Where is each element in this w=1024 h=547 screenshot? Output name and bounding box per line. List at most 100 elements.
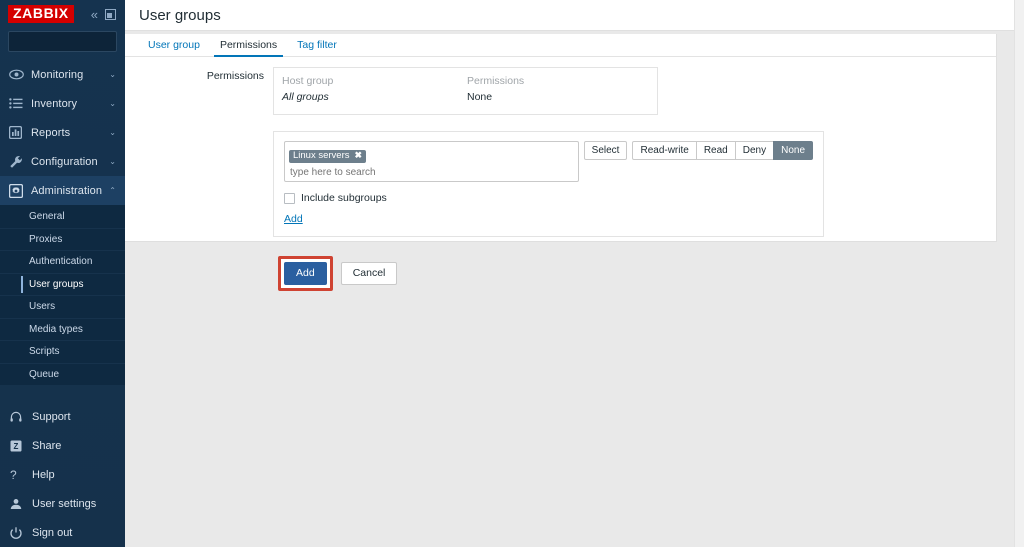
permission-editor: Linux servers ✖ Select Read-write bbox=[273, 131, 824, 237]
page-header: User groups bbox=[125, 0, 1024, 31]
list-icon bbox=[9, 98, 26, 109]
sidebar-item-configuration[interactable]: Configuration ⌄ bbox=[0, 147, 125, 176]
sidebar-subitem-media-types[interactable]: Media types bbox=[0, 317, 125, 341]
sidebar-subitem-label: Queue bbox=[29, 368, 60, 380]
add-button[interactable]: Add bbox=[284, 262, 327, 285]
sidebar-header-icons: « bbox=[91, 8, 119, 21]
permission-read-write-button[interactable]: Read-write bbox=[632, 141, 697, 160]
tab-tag-filter[interactable]: Tag filter bbox=[287, 39, 347, 56]
chip-label: Linux servers bbox=[293, 150, 350, 161]
sidebar-footer-label: Support bbox=[32, 410, 71, 423]
form-actions: Add Cancel bbox=[278, 256, 996, 291]
sidebar-item-monitoring[interactable]: Monitoring ⌄ bbox=[0, 60, 125, 89]
permissions-table: Host group Permissions All groups None bbox=[273, 67, 658, 115]
sidebar-subitem-authentication[interactable]: Authentication bbox=[0, 250, 125, 273]
permissions-form: Permissions Host group Permissions All g… bbox=[125, 57, 996, 291]
form-card: User group Permissions Tag filter Permis… bbox=[125, 34, 997, 291]
sidebar-item-label: Inventory bbox=[31, 97, 78, 110]
sidebar-item-sign-out[interactable]: Sign out bbox=[0, 518, 125, 547]
sidebar-search[interactable] bbox=[8, 31, 125, 52]
permission-level-segmented-control: Read-write Read Deny None bbox=[632, 141, 813, 160]
sidebar-subitem-proxies[interactable]: Proxies bbox=[0, 227, 125, 251]
search-input[interactable] bbox=[14, 35, 125, 48]
sidebar-item-inventory[interactable]: Inventory ⌄ bbox=[0, 89, 125, 118]
cancel-button[interactable]: Cancel bbox=[340, 262, 398, 285]
user-icon bbox=[10, 498, 27, 510]
permission-buttons: Select Read-write Read Deny None bbox=[583, 141, 813, 160]
zabbix-share-icon: Z bbox=[10, 440, 27, 452]
sidebar-footer-label: Share bbox=[32, 439, 62, 452]
host-group-selector-row: Linux servers ✖ Select Read-write bbox=[284, 141, 813, 182]
add-button-highlight: Add bbox=[278, 256, 333, 291]
sidebar-item-support[interactable]: Support bbox=[0, 402, 125, 431]
tab-user-group[interactable]: User group bbox=[138, 39, 210, 56]
sidebar-item-reports[interactable]: Reports ⌄ bbox=[0, 118, 125, 147]
sidebar-subitem-queue[interactable]: Queue bbox=[0, 362, 125, 386]
sidebar-footer-label: Sign out bbox=[32, 526, 73, 539]
sidebar-item-administration[interactable]: Administration ⌃ bbox=[0, 176, 125, 205]
sidebar-footer: Support Z Share ? Help User settings Sig… bbox=[0, 402, 125, 547]
eye-icon bbox=[9, 69, 26, 80]
chevron-down-icon: ⌄ bbox=[109, 70, 116, 79]
chevron-down-icon: ⌄ bbox=[109, 157, 116, 166]
select-button[interactable]: Select bbox=[583, 141, 628, 160]
sidebar-subitem-label: General bbox=[29, 210, 65, 222]
include-subgroups-checkbox[interactable] bbox=[284, 192, 295, 204]
include-subgroups-label: Include subgroups bbox=[301, 192, 387, 204]
sidebar-item-label: Monitoring bbox=[31, 68, 84, 81]
column-header-permissions: Permissions bbox=[467, 75, 525, 87]
sidebar-subitem-label: Proxies bbox=[29, 233, 63, 245]
zabbix-logo[interactable]: ZABBIX bbox=[8, 5, 74, 23]
tab-bar: User group Permissions Tag filter bbox=[125, 34, 996, 57]
administration-submenu: General Proxies Authentication User grou… bbox=[0, 205, 125, 385]
sidebar-item-help[interactable]: ? Help bbox=[0, 460, 125, 489]
page-title: User groups bbox=[139, 6, 221, 24]
tab-permissions[interactable]: Permissions bbox=[210, 39, 287, 57]
sidebar-subitem-general[interactable]: General bbox=[0, 205, 125, 228]
sidebar-subitem-scripts[interactable]: Scripts bbox=[0, 340, 125, 363]
wrench-icon bbox=[9, 155, 26, 169]
sidebar-item-share[interactable]: Z Share bbox=[0, 431, 125, 460]
main-content: User groups User group Permissions Tag f… bbox=[125, 0, 1024, 547]
sidebar: ZABBIX « Monitoring ⌄ Inventory ⌄ Report… bbox=[0, 0, 125, 547]
permission-read-button[interactable]: Read bbox=[695, 141, 736, 160]
selected-host-group-chip: Linux servers ✖ bbox=[289, 149, 367, 163]
sidebar-item-user-settings[interactable]: User settings bbox=[0, 489, 125, 518]
sidebar-footer-label: Help bbox=[32, 468, 55, 481]
sidebar-footer-label: User settings bbox=[32, 497, 97, 510]
permissions-content: Host group Permissions All groups None L… bbox=[273, 67, 824, 237]
sidebar-subitem-label: Authentication bbox=[29, 256, 93, 268]
bar-chart-icon bbox=[9, 126, 26, 139]
compact-view-icon[interactable] bbox=[105, 8, 116, 20]
permissions-row: Permissions Host group Permissions All g… bbox=[125, 67, 996, 237]
sidebar-subitem-label: Scripts bbox=[29, 346, 60, 358]
permission-deny-button[interactable]: Deny bbox=[734, 141, 775, 160]
sidebar-item-label: Reports bbox=[31, 126, 71, 139]
sidebar-item-label: Administration bbox=[31, 184, 103, 197]
host-group-search-input[interactable] bbox=[289, 163, 574, 178]
sidebar-subitem-label: Users bbox=[29, 301, 56, 313]
chevron-double-left-icon[interactable]: « bbox=[91, 8, 98, 21]
vertical-scrollbar[interactable] bbox=[1014, 0, 1024, 547]
chevron-up-icon: ⌃ bbox=[109, 186, 116, 195]
question-mark-icon: ? bbox=[10, 467, 17, 482]
sidebar-header: ZABBIX « bbox=[0, 0, 125, 28]
include-subgroups-row: Include subgroups bbox=[284, 192, 813, 204]
close-icon[interactable]: ✖ bbox=[355, 151, 363, 160]
chevron-down-icon: ⌄ bbox=[109, 128, 116, 137]
sidebar-subitem-label: User groups bbox=[29, 278, 84, 290]
cell-permission: None bbox=[467, 91, 493, 103]
app-root: ZABBIX « Monitoring ⌄ Inventory ⌄ Report… bbox=[0, 0, 1024, 547]
permissions-field-label: Permissions bbox=[206, 70, 264, 82]
permission-none-button[interactable]: None bbox=[773, 141, 813, 160]
host-group-multiselect[interactable]: Linux servers ✖ bbox=[284, 141, 579, 182]
sidebar-item-label: Configuration bbox=[31, 155, 98, 168]
chevron-down-icon: ⌄ bbox=[109, 99, 116, 108]
sidebar-subitem-user-groups[interactable]: User groups bbox=[0, 272, 125, 296]
headset-icon bbox=[10, 411, 27, 423]
table-row: All groups None bbox=[274, 89, 657, 105]
add-permission-row-link[interactable]: Add bbox=[284, 213, 303, 225]
power-icon bbox=[10, 526, 27, 539]
table-header-row: Host group Permissions bbox=[274, 73, 657, 89]
sidebar-subitem-users[interactable]: Users bbox=[0, 295, 125, 318]
